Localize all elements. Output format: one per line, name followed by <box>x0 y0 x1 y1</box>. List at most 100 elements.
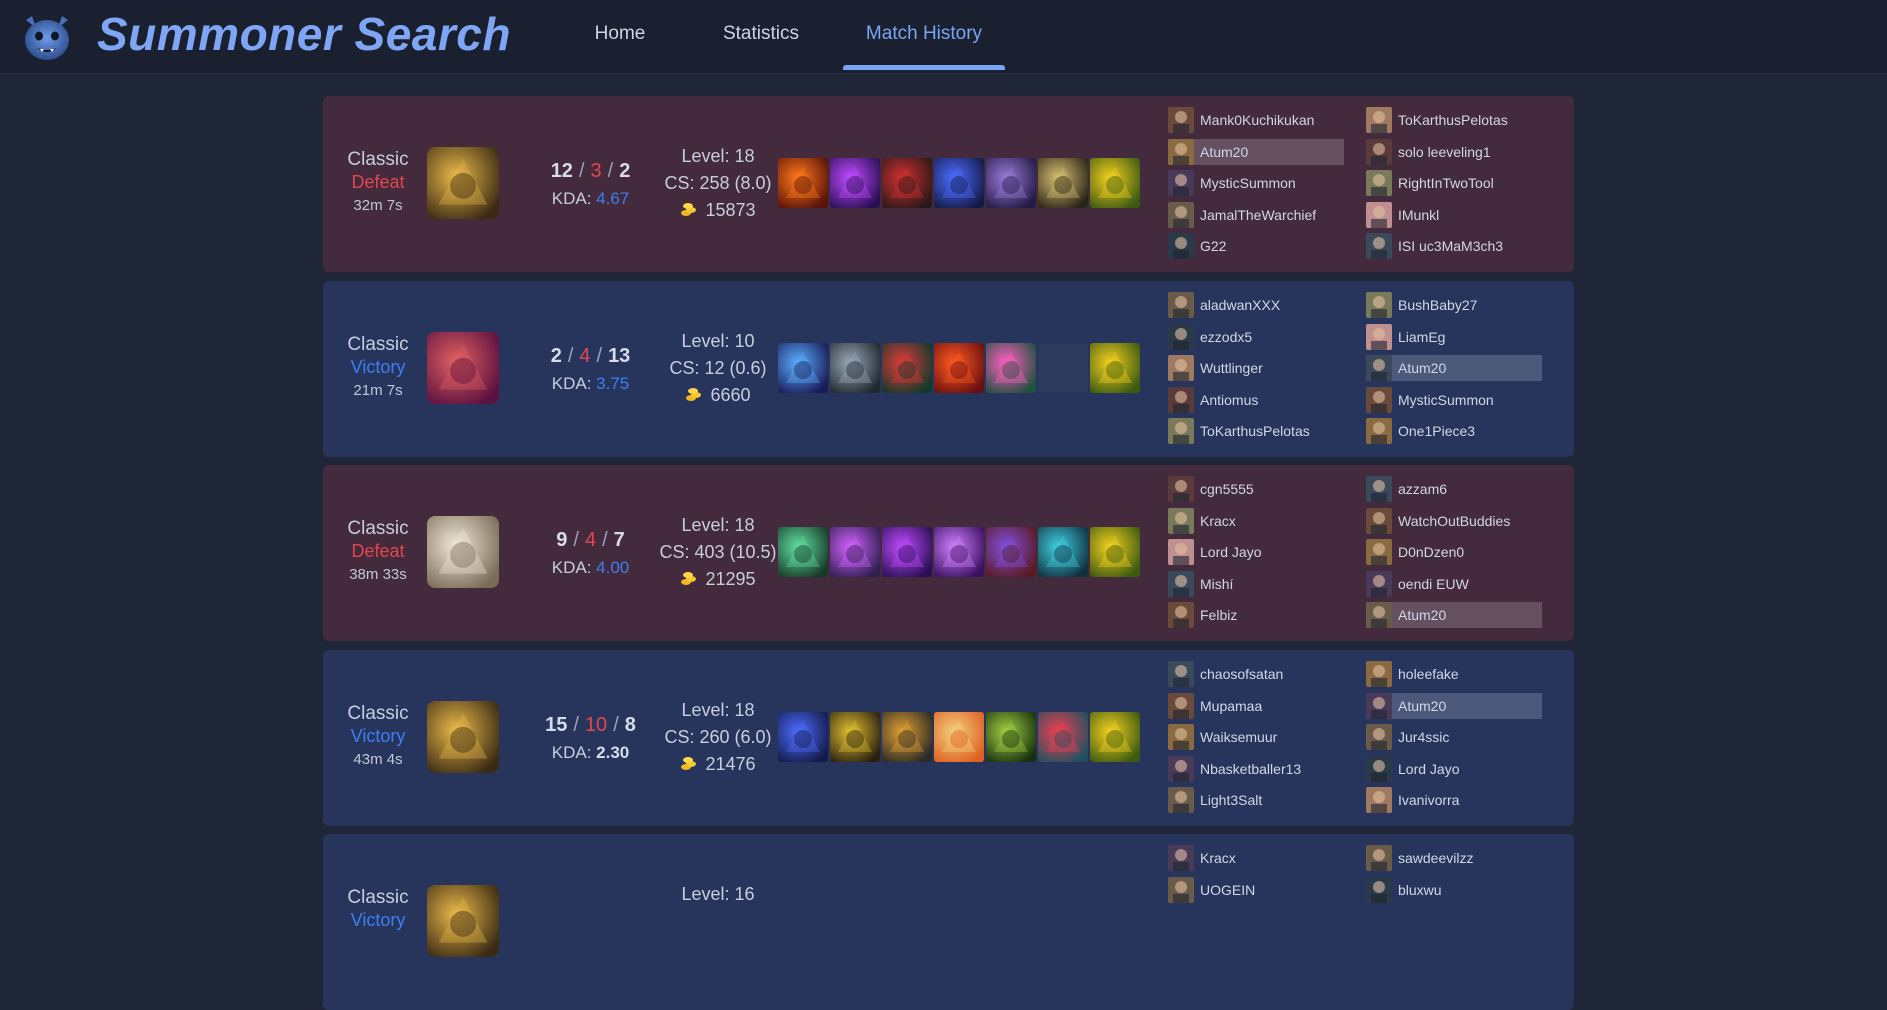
participant-name: Atum20 <box>1398 607 1447 623</box>
game-mode: Classic <box>347 703 409 724</box>
participant-avatar <box>1168 292 1194 318</box>
gold-ward-icon[interactable] <box>1090 343 1140 393</box>
match-card[interactable]: Classic Victory Level: 16 Kracx UOGEIN s… <box>323 834 1574 1010</box>
participant-name: Mupamaa <box>1200 697 1263 714</box>
participant-avatar <box>1168 201 1194 228</box>
match-result: Victory <box>350 357 406 377</box>
purple-spear-icon[interactable] <box>934 527 984 577</box>
participant-team1[interactable]: Mank0Kuchikukan <box>1168 107 1344 133</box>
witch-hat-icon[interactable] <box>986 527 1036 577</box>
golden-orb-icon[interactable] <box>830 527 880 577</box>
participant-team2[interactable]: solo leeveling1 <box>1366 138 1542 165</box>
participant-team2[interactable]: ISI uc3MaM3ch3 <box>1366 233 1542 259</box>
champion-icon[interactable] <box>427 701 499 773</box>
participant-team2[interactable]: Jur4ssic <box>1366 724 1542 750</box>
gold-cannon-icon[interactable] <box>882 712 932 762</box>
participant-team1[interactable]: Mupamaa <box>1168 692 1344 719</box>
participant-team2[interactable]: oendi EUW <box>1366 570 1542 597</box>
participant-team1[interactable]: aladwanXXX <box>1168 292 1344 318</box>
eye-orb-icon[interactable] <box>830 343 880 393</box>
participant-team2[interactable]: BushBaby27 <box>1366 292 1542 318</box>
participant-team2[interactable]: Lord Jayo <box>1366 755 1542 782</box>
purple-crescent-icon[interactable] <box>882 527 932 577</box>
participant-team1[interactable]: UOGEIN <box>1168 876 1344 903</box>
blue-shuriken-icon[interactable] <box>934 158 984 208</box>
purple-crescent-icon[interactable] <box>830 158 880 208</box>
green-bow-icon[interactable] <box>986 712 1036 762</box>
stats-column: Level: 18 CS: 260 (6.0) 21476 <box>638 650 798 826</box>
gold-ward-icon[interactable] <box>1090 712 1140 762</box>
participant-avatar <box>1366 570 1392 597</box>
purple-cloak-icon[interactable] <box>986 158 1036 208</box>
match-card[interactable]: Classic Victory 43m 4s 15/10/8 KDA: 2.30… <box>323 650 1574 826</box>
participant-team1[interactable]: cgn5555 <box>1168 476 1344 502</box>
gold-ward-icon[interactable] <box>1090 158 1140 208</box>
participant-team2[interactable]: LiamEg <box>1366 323 1542 350</box>
match-mode-column: Classic Victory 43m 4s <box>323 650 433 826</box>
cyan-armor-icon[interactable] <box>1038 527 1088 577</box>
participant-team2[interactable]: Atum20 <box>1366 355 1542 381</box>
red-cleaver-icon[interactable] <box>882 158 932 208</box>
red-swirl-icon[interactable] <box>934 343 984 393</box>
nav-statistics[interactable]: Statistics <box>700 18 822 50</box>
gold-ward-icon[interactable] <box>1090 527 1140 577</box>
participant-team2[interactable]: Atum20 <box>1366 602 1542 628</box>
participant-team1[interactable]: MysticSummon <box>1168 170 1344 196</box>
nav-match-history[interactable]: Match History <box>843 18 1005 50</box>
poro-logo-icon[interactable] <box>18 8 76 66</box>
flame-blade-icon[interactable] <box>778 158 828 208</box>
match-card[interactable]: Classic Defeat 32m 7s 12/3/2 KDA: 4.67 L… <box>323 96 1574 272</box>
match-card[interactable]: Classic Defeat 38m 33s 9/4/7 KDA: 4.00 L… <box>323 465 1574 641</box>
champion-icon[interactable] <box>427 147 499 219</box>
champion-icon[interactable] <box>427 332 499 404</box>
participant-team2[interactable]: ToKarthusPelotas <box>1366 107 1542 133</box>
participant-name: sawdeevilzz <box>1398 850 1474 866</box>
participant-team1[interactable]: Lord Jayo <box>1168 539 1344 565</box>
green-blade-icon[interactable] <box>778 527 828 577</box>
kills: 2 <box>550 345 562 367</box>
participant-team2[interactable]: D0nDzen0 <box>1366 539 1542 565</box>
crystal-blade-icon[interactable] <box>778 343 828 393</box>
participant-avatar <box>1366 724 1392 750</box>
gold-blade-icon[interactable] <box>830 712 880 762</box>
participant-team1[interactable]: Felbiz <box>1168 602 1344 628</box>
participant-team2[interactable]: Ivanivorra <box>1366 787 1542 813</box>
participant-team1[interactable]: Wuttlinger <box>1168 355 1344 381</box>
match-result: Victory <box>350 910 406 930</box>
participant-team2[interactable]: azzam6 <box>1366 476 1542 502</box>
red-wing-icon[interactable] <box>1038 712 1088 762</box>
participant-team2[interactable]: MysticSummon <box>1366 386 1542 413</box>
participant-team1[interactable]: Nbasketballer13 <box>1168 755 1344 782</box>
participant-team2[interactable]: IMunkl <box>1366 201 1542 228</box>
blue-shuriken-icon[interactable] <box>778 712 828 762</box>
participant-team1[interactable]: Mishí <box>1168 570 1344 597</box>
star-lance-icon[interactable] <box>934 712 984 762</box>
participant-team2[interactable]: RightInTwoTool <box>1366 170 1542 196</box>
participant-team1[interactable]: ezzodx5 <box>1168 323 1344 350</box>
nav-home[interactable]: Home <box>560 18 680 50</box>
boots-icon[interactable] <box>1038 158 1088 208</box>
participant-team2[interactable]: bluxwu <box>1366 876 1542 903</box>
match-card[interactable]: Classic Victory 21m 7s 2/4/13 KDA: 3.75 … <box>323 281 1574 457</box>
participant-team2[interactable]: Atum20 <box>1366 692 1542 719</box>
participant-team1[interactable]: Atum20 <box>1168 138 1344 165</box>
participant-team1[interactable]: chaosofsatan <box>1168 661 1344 687</box>
participant-team1[interactable]: JamalTheWarchief <box>1168 201 1344 228</box>
participant-team1[interactable]: Kracx <box>1168 845 1344 871</box>
participant-team1[interactable]: Light3Salt <box>1168 787 1344 813</box>
champion-icon[interactable] <box>427 516 499 588</box>
participant-name: Lord Jayo <box>1398 760 1460 777</box>
gold-value: 21295 <box>705 569 756 589</box>
kda-value: 4.67 <box>596 189 630 208</box>
participant-team1[interactable]: Waiksemuur <box>1168 724 1344 750</box>
pink-gem-icon[interactable] <box>986 343 1036 393</box>
participant-team1[interactable]: Kracx <box>1168 507 1344 534</box>
participant-team1[interactable]: ToKarthusPelotas <box>1168 418 1344 444</box>
participant-team2[interactable]: holeefake <box>1366 661 1542 687</box>
participant-team2[interactable]: sawdeevilzz <box>1366 845 1542 871</box>
participant-team1[interactable]: G22 <box>1168 233 1344 259</box>
red-boots-icon[interactable] <box>882 343 932 393</box>
participant-team2[interactable]: WatchOutBuddies <box>1366 507 1542 534</box>
participant-team2[interactable]: One1Piece3 <box>1366 418 1542 444</box>
participant-team1[interactable]: Antiomus <box>1168 386 1344 413</box>
